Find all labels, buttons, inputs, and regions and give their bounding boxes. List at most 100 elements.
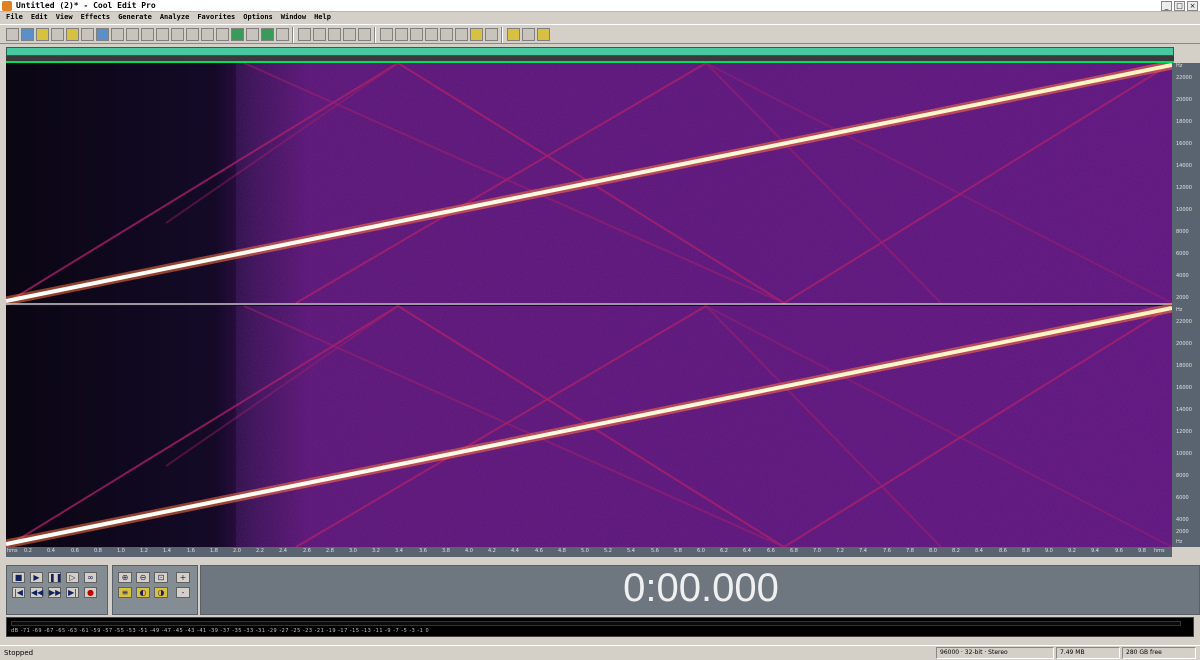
time-ruler-label: 4.0 [465, 548, 473, 554]
zoom-selection-button[interactable]: ≡ [118, 587, 132, 598]
time-ruler-label: 6.0 [697, 548, 705, 554]
play-button[interactable]: ▶ [30, 572, 43, 583]
open-file-icon[interactable] [36, 28, 49, 41]
title-bar: Untitled (2)* - Cool Edit Pro _ □ × [0, 0, 1200, 12]
zoom-full-button[interactable]: ⊡ [154, 572, 168, 583]
level-meter-bar [11, 621, 1181, 626]
trim-icon[interactable] [261, 28, 274, 41]
minimize-button[interactable]: _ [1161, 1, 1172, 11]
cd-icon[interactable] [507, 28, 520, 41]
revert-icon[interactable] [111, 28, 124, 41]
rewind-button[interactable]: ◀◀ [30, 587, 43, 598]
paste-new-icon[interactable] [231, 28, 244, 41]
time-ruler-label: 5.8 [674, 548, 682, 554]
cut-icon[interactable] [201, 28, 214, 41]
spectral-pitch-icon[interactable] [343, 28, 356, 41]
menu-effects[interactable]: Effects [81, 12, 111, 23]
help-icon[interactable] [537, 28, 550, 41]
zoom-out-vertical-button[interactable]: - [176, 587, 190, 598]
frequency-label: 18000 [1176, 363, 1192, 369]
time-ruler-label: 7.0 [813, 548, 821, 554]
go-to-start-button[interactable]: |◀ [12, 587, 25, 598]
menu-edit[interactable]: Edit [31, 12, 48, 23]
time-ruler-label: 2.8 [326, 548, 334, 554]
menu-generate[interactable]: Generate [118, 12, 152, 23]
time-ruler-label: 7.4 [859, 548, 867, 554]
menu-file[interactable]: File [6, 12, 23, 23]
zoom-to-right-button[interactable]: ◑ [154, 587, 168, 598]
edit-view-icon[interactable] [395, 28, 408, 41]
frequency-label: Hz [1176, 539, 1183, 545]
undo-icon[interactable] [126, 28, 139, 41]
time-ruler-label: 9.4 [1091, 548, 1099, 554]
frequency-label: 10000 [1176, 451, 1192, 457]
save-as-icon[interactable] [81, 28, 94, 41]
frequency-label: 16000 [1176, 141, 1192, 147]
pan-view-icon[interactable] [358, 28, 371, 41]
time-ruler-label: 5.0 [581, 548, 589, 554]
zoom-in-horizontal-button[interactable]: ⊕ [118, 572, 132, 583]
copy-new-icon[interactable] [186, 28, 199, 41]
pause-button[interactable]: ❚❚ [48, 572, 62, 583]
cd-project-icon[interactable] [410, 28, 423, 41]
menu-help[interactable]: Help [314, 12, 331, 23]
time-ruler-label: 5.2 [604, 548, 612, 554]
time-ruler-label: 0.6 [71, 548, 79, 554]
time-ruler[interactable]: hms 0.2 0.4 0.6 0.8 1.0 1.2 1.4 1.6 1.8 2.0 2.2 2.4 2… [6, 547, 1172, 557]
zoom-to-left-button[interactable]: ◐ [136, 587, 150, 598]
open-append-icon[interactable] [51, 28, 64, 41]
marquee-icon[interactable] [440, 28, 453, 41]
lasso-icon[interactable] [455, 28, 468, 41]
redo-icon[interactable] [141, 28, 154, 41]
go-to-end-button[interactable]: ▶| [66, 587, 79, 598]
overview-bar[interactable] [6, 47, 1174, 56]
zoom-in-vertical-button[interactable]: + [176, 572, 190, 583]
stop-button[interactable]: ■ [12, 572, 25, 583]
time-ruler-label: 8.0 [929, 548, 937, 554]
channel-left [5, 60, 1173, 306]
frequency-label: 22000 [1176, 75, 1192, 81]
time-ruler-label: 9.0 [1045, 548, 1053, 554]
repeat-icon[interactable] [156, 28, 169, 41]
multitrack-icon[interactable] [380, 28, 393, 41]
close-button[interactable]: × [1187, 1, 1198, 11]
menu-window[interactable]: Window [281, 12, 306, 23]
loop-button[interactable]: ∞ [84, 572, 97, 583]
new-file-icon[interactable] [21, 28, 34, 41]
time-ruler-label: 3.4 [395, 548, 403, 554]
file-size: 7.49 MB [1056, 647, 1120, 659]
mix-paste-icon[interactable] [246, 28, 259, 41]
save-icon[interactable] [66, 28, 79, 41]
record-button[interactable]: ● [84, 587, 97, 598]
spectral-view[interactable] [5, 60, 1173, 549]
zoom-out-horizontal-button[interactable]: ⊖ [136, 572, 150, 583]
time-ruler-label: 1.6 [187, 548, 195, 554]
time-ruler-label: 5.4 [627, 548, 635, 554]
frequency-label: 14000 [1176, 407, 1192, 413]
menu-view[interactable]: View [56, 12, 73, 23]
toolbar-separator [292, 27, 294, 43]
menu-options[interactable]: Options [243, 12, 273, 23]
properties-icon[interactable] [522, 28, 535, 41]
copy-icon[interactable] [171, 28, 184, 41]
close-file-icon[interactable] [96, 28, 109, 41]
settings-icon[interactable] [485, 28, 498, 41]
time-ruler-label: 3.0 [349, 548, 357, 554]
menu-analyze[interactable]: Analyze [160, 12, 190, 23]
scrub-icon[interactable] [470, 28, 483, 41]
frequency-label: 14000 [1176, 163, 1192, 169]
fast-forward-button[interactable]: ▶▶ [48, 587, 61, 598]
time-select-icon[interactable] [425, 28, 438, 41]
paste-icon[interactable] [216, 28, 229, 41]
toggle-view-icon[interactable] [6, 28, 19, 41]
playback-status: Stopped [4, 649, 34, 657]
free-space: 280 GB free [1122, 647, 1196, 659]
spectral-view-icon[interactable] [313, 28, 326, 41]
pencil-icon[interactable] [298, 28, 311, 41]
waveform-view-icon[interactable] [328, 28, 341, 41]
menu-favorites[interactable]: Favorites [197, 12, 235, 23]
maximize-button[interactable]: □ [1174, 1, 1185, 11]
delete-icon[interactable] [276, 28, 289, 41]
play-to-end-button[interactable]: ▷ [66, 572, 79, 583]
time-ruler-label: hms [7, 548, 18, 554]
